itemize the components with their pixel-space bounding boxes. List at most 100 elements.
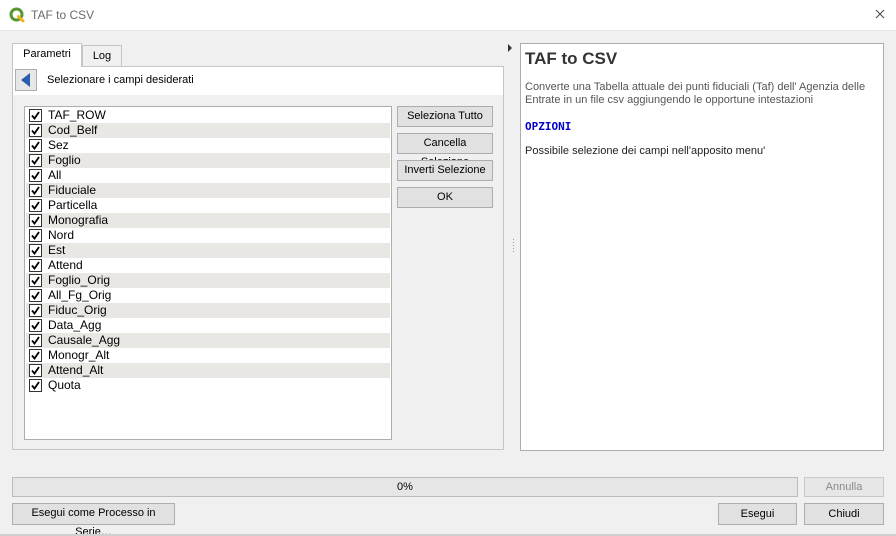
field-row[interactable]: Particella [26,198,390,213]
check-icon [31,381,40,390]
panel-header-label: Selezionare i campi desiderati [47,74,194,86]
field-label: Fiduc_Orig [48,303,107,317]
help-panel: TAF to CSV Converte una Tabella attuale … [520,43,884,451]
check-icon [31,126,40,135]
field-checkbox[interactable] [29,304,42,317]
window-title: TAF to CSV [31,8,95,22]
check-icon [31,141,40,150]
field-label: Data_Agg [48,318,102,332]
field-row[interactable]: Data_Agg [26,318,390,333]
check-icon [31,171,40,180]
field-checkbox[interactable] [29,139,42,152]
field-label: Quota [48,378,81,392]
field-row[interactable]: All [26,168,390,183]
field-checkbox[interactable] [29,334,42,347]
check-icon [31,351,40,360]
field-checkbox[interactable] [29,214,42,227]
field-checkbox[interactable] [29,289,42,302]
field-checkbox[interactable] [29,364,42,377]
field-row[interactable]: Attend_Alt [26,363,390,378]
check-icon [31,246,40,255]
field-label: Attend_Alt [48,363,104,377]
check-icon [31,276,40,285]
field-checkbox[interactable] [29,124,42,137]
check-icon [31,186,40,195]
field-row[interactable]: Cod_Belf [26,123,390,138]
back-button[interactable] [15,69,37,91]
tab-log[interactable]: Log [82,45,122,67]
check-icon [31,291,40,300]
help-title: TAF to CSV [525,49,618,68]
field-checkbox[interactable] [29,184,42,197]
parameters-panel: Selezionare i campi desiderati TAF_ROW C… [12,66,504,450]
field-checkbox[interactable] [29,379,42,392]
field-checkbox[interactable] [29,244,42,257]
field-label: Fiduciale [48,183,97,197]
field-label: All_Fg_Orig [48,288,112,302]
field-label: Est [48,243,66,257]
field-checkbox[interactable] [29,109,42,122]
title-bar: TAF to CSV [0,0,896,31]
check-icon [31,111,40,120]
help-options-heading: OPZIONI [525,120,572,133]
check-icon [31,336,40,345]
help-note: Possibile selezione dei campi nell'appos… [525,145,766,157]
check-icon [31,231,40,240]
invert-selection-button[interactable]: Inverti Selezione [397,160,493,181]
field-checkbox[interactable] [29,154,42,167]
field-row[interactable]: Quota [26,378,390,393]
field-row[interactable]: Est [26,243,390,258]
check-icon [31,156,40,165]
field-row[interactable]: Foglio [26,153,390,168]
cancel-button[interactable]: Annulla [804,477,884,497]
field-row[interactable]: Attend [26,258,390,273]
panel-header: Selezionare i campi desiderati [13,67,503,95]
field-row[interactable]: Monografia [26,213,390,228]
collapse-arrow-icon[interactable] [507,43,513,53]
field-row[interactable]: TAF_ROW [26,108,390,123]
field-row[interactable]: Monogr_Alt [26,348,390,363]
check-icon [31,306,40,315]
check-icon [31,216,40,225]
field-row[interactable]: All_Fg_Orig [26,288,390,303]
check-icon [31,366,40,375]
field-label: Foglio_Orig [48,273,111,287]
close-dialog-button[interactable]: Chiudi [804,503,884,525]
field-label: Foglio [48,153,81,167]
field-label: Cod_Belf [48,123,98,137]
close-button[interactable] [866,2,894,28]
run-button[interactable]: Esegui [718,503,797,525]
field-checkbox[interactable] [29,349,42,362]
field-checkbox[interactable] [29,259,42,272]
field-row[interactable]: Fiduc_Orig [26,303,390,318]
field-label: Sez [48,138,69,152]
field-label: Attend [48,258,83,272]
ok-button[interactable]: OK [397,187,493,208]
field-list: TAF_ROW Cod_Belf Sez Foglio All Fiducial… [24,106,392,440]
run-as-batch-button[interactable]: Esegui come Processo in Serie… [12,503,175,536]
close-icon [875,9,885,19]
splitter-handle[interactable] [512,238,515,254]
select-all-button[interactable]: Seleziona Tutto [397,106,493,127]
field-label: All [48,168,62,182]
progress-bar: 0% [12,477,798,497]
field-label: Nord [48,228,75,242]
field-checkbox[interactable] [29,199,42,212]
field-checkbox[interactable] [29,169,42,182]
field-checkbox[interactable] [29,229,42,242]
field-label: Monografia [48,213,109,227]
field-row[interactable]: Fiduciale [26,183,390,198]
field-row[interactable]: Foglio_Orig [26,273,390,288]
clear-selection-button[interactable]: Cancella Selezione [397,133,493,168]
field-row[interactable]: Sez [26,138,390,153]
qgis-icon [9,7,25,23]
check-icon [31,261,40,270]
field-row[interactable]: Causale_Agg [26,333,390,348]
field-checkbox[interactable] [29,319,42,332]
field-checkbox[interactable] [29,274,42,287]
help-description: Converte una Tabella attuale dei punti f… [525,81,866,106]
tab-parametri[interactable]: Parametri [12,43,82,67]
field-row[interactable]: Nord [26,228,390,243]
field-label: Monogr_Alt [48,348,110,362]
field-label: TAF_ROW [48,108,106,122]
